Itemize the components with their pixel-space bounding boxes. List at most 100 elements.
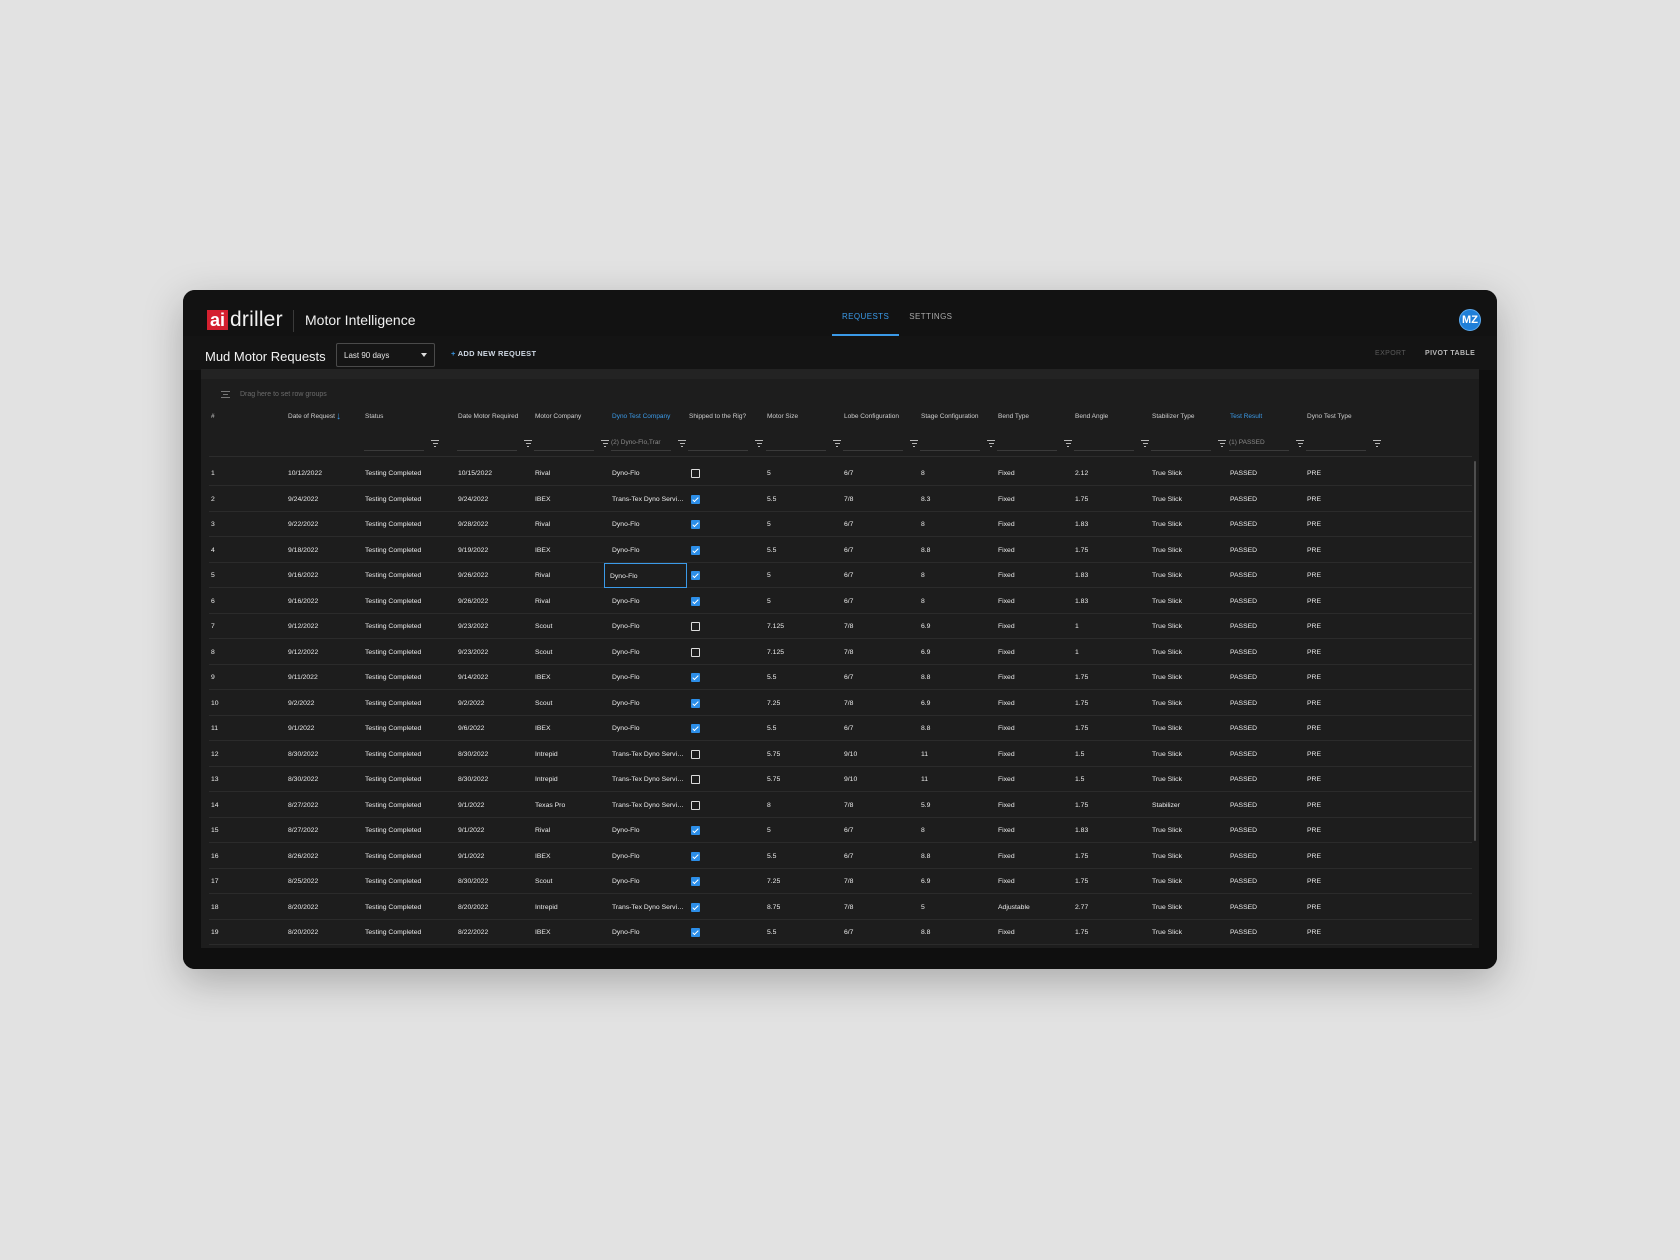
cell-status[interactable]: Testing Completed — [365, 665, 454, 690]
cell-date-motor-required[interactable]: 9/14/2022 — [458, 665, 531, 690]
cell-lobe-configuration[interactable]: 9/10 — [844, 767, 917, 792]
cell-stage-configuration[interactable]: 8 — [921, 461, 994, 486]
shipped-checkbox[interactable] — [691, 826, 700, 835]
cell-status[interactable]: Testing Completed — [365, 512, 454, 537]
cell-stabilizer-type[interactable]: True Slick — [1152, 742, 1226, 767]
cell-test-result[interactable]: PASSED — [1230, 665, 1303, 690]
cell-bend-type[interactable]: Fixed — [998, 742, 1071, 767]
cell-row-number[interactable]: 18 — [211, 895, 284, 920]
cell-row-number[interactable]: 15 — [211, 818, 284, 843]
row-group-panel[interactable]: Drag here to set row groups — [221, 387, 327, 401]
column-header-stabilizer-type[interactable]: Stabilizer Type — [1152, 405, 1195, 429]
cell-dyno-test-company[interactable]: Dyno-Flo — [612, 716, 685, 741]
cell-motor-size[interactable]: 7.25 — [767, 691, 840, 716]
cell-date-of-request[interactable]: 8/27/2022 — [288, 818, 361, 843]
cell-date-of-request[interactable]: 8/20/2022 — [288, 920, 361, 945]
cell-date-motor-required[interactable]: 9/23/2022 — [458, 614, 531, 639]
cell-bend-type[interactable]: Fixed — [998, 640, 1071, 665]
cell-lobe-configuration[interactable]: 6/7 — [844, 563, 917, 588]
cell-row-number[interactable]: 2 — [211, 487, 284, 512]
cell-motor-size[interactable]: 7.125 — [767, 640, 840, 665]
sort-desc-icon[interactable]: ↓ — [336, 405, 341, 429]
cell-status[interactable]: Testing Completed — [365, 767, 454, 792]
cell-dyno-test-company[interactable]: Dyno-Flo — [612, 538, 685, 563]
cell-row-number[interactable]: 10 — [211, 691, 284, 716]
cell-stage-configuration[interactable]: 8.8 — [921, 844, 994, 869]
cell-test-result[interactable]: PASSED — [1230, 742, 1303, 767]
cell-motor-company[interactable]: IBEX — [535, 538, 608, 563]
shipped-checkbox[interactable] — [691, 928, 700, 937]
cell-dyno-test-type[interactable]: PRE — [1307, 538, 1457, 563]
shipped-checkbox[interactable] — [691, 571, 700, 580]
cell-motor-size[interactable]: 5.5 — [767, 716, 840, 741]
column-header-date-motor-required[interactable]: Date Motor Required — [458, 405, 518, 429]
column-header-test-result[interactable]: Test Result — [1230, 405, 1262, 429]
cell-date-of-request[interactable]: 9/24/2022 — [288, 487, 361, 512]
shipped-checkbox[interactable] — [691, 520, 700, 529]
cell-date-motor-required[interactable]: 9/26/2022 — [458, 563, 531, 588]
cell-test-result[interactable]: PASSED — [1230, 869, 1303, 894]
cell-date-of-request[interactable]: 9/11/2022 — [288, 665, 361, 690]
cell-date-motor-required[interactable]: 10/15/2022 — [458, 461, 531, 486]
cell-stabilizer-type[interactable]: True Slick — [1152, 665, 1226, 690]
cell-motor-company[interactable]: IBEX — [535, 665, 608, 690]
cell-status[interactable]: Testing Completed — [365, 461, 454, 486]
cell-stage-configuration[interactable]: 11 — [921, 742, 994, 767]
filter-icon[interactable] — [755, 440, 763, 447]
cell-motor-size[interactable]: 7.25 — [767, 869, 840, 894]
cell-motor-size[interactable]: 5 — [767, 563, 840, 588]
table-row[interactable]: 4 9/18/2022 Testing Completed 9/19/2022 IBEX… — [209, 538, 1472, 563]
cell-row-number[interactable]: 11 — [211, 716, 284, 741]
filter-input-bend-angle[interactable] — [1074, 434, 1134, 451]
cell-dyno-test-type[interactable]: PRE — [1307, 614, 1457, 639]
cell-date-of-request[interactable]: 8/20/2022 — [288, 895, 361, 920]
cell-lobe-configuration[interactable]: 7/8 — [844, 487, 917, 512]
cell-bend-angle[interactable]: 1 — [1075, 640, 1148, 665]
cell-motor-company[interactable]: Scout — [535, 869, 608, 894]
cell-bend-angle[interactable]: 1.83 — [1075, 818, 1148, 843]
column-header-motor-company[interactable]: Motor Company — [535, 405, 581, 429]
cell-dyno-test-type[interactable]: PRE — [1307, 920, 1457, 945]
filter-icon[interactable] — [1296, 440, 1304, 447]
cell-motor-size[interactable]: 8 — [767, 793, 840, 818]
cell-bend-type[interactable]: Fixed — [998, 767, 1071, 792]
filter-input-dyno-test-company[interactable]: (2) Dyno-Flo,Trar — [611, 434, 671, 451]
table-row[interactable]: 19 8/20/2022 Testing Completed 8/22/2022 IBE… — [209, 920, 1472, 945]
column-header-bend-type[interactable]: Bend Type — [998, 405, 1029, 429]
cell-lobe-configuration[interactable]: 6/7 — [844, 665, 917, 690]
cell-stage-configuration[interactable]: 6.9 — [921, 640, 994, 665]
aidriller-logo[interactable]: ai driller — [207, 309, 283, 331]
cell-motor-company[interactable]: Scout — [535, 640, 608, 665]
cell-stabilizer-type[interactable]: True Slick — [1152, 920, 1226, 945]
cell-bend-angle[interactable]: 2.12 — [1075, 461, 1148, 486]
cell-stage-configuration[interactable]: 8.8 — [921, 665, 994, 690]
table-row[interactable]: 18 8/20/2022 Testing Completed 8/20/2022 Int… — [209, 895, 1472, 920]
cell-bend-type[interactable]: Fixed — [998, 818, 1071, 843]
cell-status[interactable]: Testing Completed — [365, 818, 454, 843]
cell-motor-size[interactable]: 5 — [767, 512, 840, 537]
cell-dyno-test-type[interactable]: PRE — [1307, 895, 1457, 920]
filter-input-shipped-to-rig[interactable] — [688, 434, 748, 451]
cell-dyno-test-type[interactable]: PRE — [1307, 793, 1457, 818]
cell-lobe-configuration[interactable]: 7/8 — [844, 869, 917, 894]
cell-date-motor-required[interactable]: 9/19/2022 — [458, 538, 531, 563]
cell-dyno-test-type[interactable]: PRE — [1307, 665, 1457, 690]
cell-date-of-request[interactable]: 8/25/2022 — [288, 869, 361, 894]
shipped-checkbox[interactable] — [691, 596, 700, 606]
cell-stage-configuration[interactable]: 6.9 — [921, 614, 994, 639]
shipped-checkbox[interactable] — [691, 851, 700, 861]
table-row[interactable]: 6 9/16/2022 Testing Completed 9/26/2022 Riva… — [209, 589, 1472, 614]
cell-dyno-test-company[interactable]: Dyno-Flo — [604, 563, 687, 588]
filter-input-stabilizer-type[interactable] — [1151, 434, 1211, 451]
filter-icon[interactable] — [431, 440, 439, 447]
cell-bend-type[interactable]: Fixed — [998, 487, 1071, 512]
shipped-checkbox[interactable] — [691, 622, 700, 631]
cell-bend-angle[interactable]: 1.75 — [1075, 869, 1148, 894]
cell-date-of-request[interactable]: 9/18/2022 — [288, 538, 361, 563]
table-row[interactable]: 13 8/30/2022 Testing Completed 8/30/2022 Int… — [209, 767, 1472, 792]
cell-date-motor-required[interactable]: 9/1/2022 — [458, 793, 531, 818]
cell-bend-type[interactable]: Fixed — [998, 665, 1071, 690]
column-header-stage-configuration[interactable]: Stage Configuration — [921, 405, 978, 429]
cell-stabilizer-type[interactable]: True Slick — [1152, 767, 1226, 792]
cell-dyno-test-type[interactable]: PRE — [1307, 844, 1457, 869]
